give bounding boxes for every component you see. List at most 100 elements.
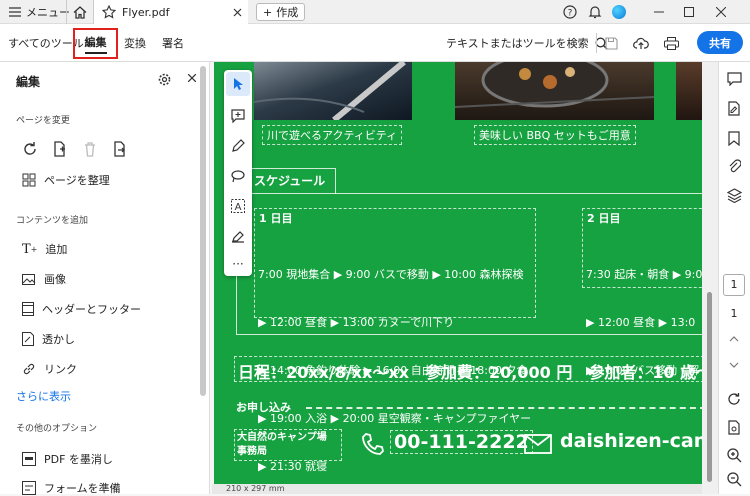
cloud-upload-icon — [633, 37, 649, 50]
more-tools-button[interactable]: ··· — [226, 252, 250, 276]
chevron-up-icon[interactable] — [729, 336, 739, 342]
close-icon — [716, 7, 726, 17]
draw-tool[interactable] — [226, 134, 250, 158]
extract-page-icon[interactable] — [112, 141, 128, 157]
show-more-link[interactable]: さらに表示 — [16, 388, 71, 404]
home-button[interactable] — [66, 0, 94, 24]
document-tab[interactable]: Flyer.pdf — [94, 0, 248, 24]
close-window-button[interactable] — [716, 0, 726, 24]
page-size-label: 210 x 297 mm — [226, 484, 285, 493]
document-scrollbar[interactable] — [702, 62, 718, 494]
text-box-tool[interactable]: A — [226, 194, 250, 218]
help-button[interactable]: ? — [563, 0, 577, 24]
organize-pages-item[interactable]: ページを整理 — [22, 172, 110, 188]
current-page: 1 — [730, 278, 738, 291]
bbq-photo — [455, 62, 654, 120]
share-label: 共有 — [709, 36, 731, 50]
plus-icon: + — [263, 5, 273, 19]
layers-icon[interactable] — [727, 188, 742, 203]
menu-button[interactable]: メニュー — [8, 0, 70, 24]
annotations-icon[interactable] — [727, 101, 741, 116]
floating-tools: A ··· — [224, 70, 252, 276]
zoom-out-icon[interactable] — [727, 472, 742, 487]
link-item[interactable]: リンク — [22, 361, 77, 377]
add-image-item[interactable]: 画像 — [22, 271, 66, 287]
tab-edit[interactable]: 編集 — [73, 28, 118, 59]
schedule-title: スケジュール — [254, 174, 326, 188]
rotate-icon[interactable] — [22, 141, 38, 157]
watermark-icon — [22, 332, 34, 346]
document-page[interactable]: 川で遊べるアクティビティ 美味しい BBQ セットもご用意 スケジュール 1 日… — [214, 62, 702, 484]
save-icon — [605, 36, 618, 50]
notifications-button[interactable] — [588, 0, 602, 24]
attachment-icon[interactable] — [728, 159, 741, 174]
phone-number: 00-111-2222 — [390, 430, 533, 454]
zoom-in-icon[interactable] — [727, 448, 742, 463]
header-footer-icon — [22, 302, 34, 316]
create-button[interactable]: + 作成 — [256, 3, 306, 21]
document-settings-icon[interactable] — [727, 420, 741, 435]
cursor-icon — [232, 77, 244, 91]
panel-close-button[interactable] — [188, 74, 196, 82]
lasso-icon — [231, 169, 245, 183]
day1-line: ▶ 12:00 昼食 ▶ 13:00 カヌーで川下り — [258, 316, 455, 329]
lasso-tool[interactable] — [226, 164, 250, 188]
page-tools-row — [22, 141, 128, 157]
header-footer-item[interactable]: ヘッダーとフッター — [22, 301, 141, 317]
info-line: 日程：20xx/8/xx〜xx 参加費：20,000 円 参加者：10 歳〜 — [238, 363, 702, 382]
avatar[interactable] — [612, 0, 626, 24]
minimize-icon — [654, 7, 664, 17]
section-other-options: その他のオプション — [16, 424, 98, 434]
insert-page-icon[interactable] — [52, 141, 68, 157]
fill-sign-tool[interactable] — [226, 224, 250, 248]
total-pages: 1 — [730, 307, 738, 320]
redact-item[interactable]: PDF を墨消し — [22, 451, 113, 467]
day1-line: ▶ 21:30 就寝 — [258, 460, 328, 473]
day2-schedule: 7:30 起床・朝食 ▶ 9:0 ▶ 12:00 昼食 ▶ 13:0 ▶ 16:… — [586, 235, 702, 411]
add-text-item[interactable]: T + 追加 — [22, 241, 67, 257]
upload-button[interactable] — [633, 24, 649, 62]
phone-icon — [361, 432, 385, 456]
bookmark-icon[interactable] — [728, 131, 740, 146]
caption-right: 美味しい BBQ セットもご用意 — [474, 125, 636, 145]
panel-settings-button[interactable] — [158, 73, 171, 86]
printer-icon — [664, 36, 679, 50]
link-icon — [22, 362, 36, 376]
minimize-button[interactable] — [654, 0, 664, 24]
text-box-icon: A — [231, 199, 245, 213]
panel-scrollbar[interactable] — [200, 66, 206, 396]
watermark-item[interactable]: 透かし — [22, 331, 75, 347]
refresh-icon[interactable] — [727, 392, 741, 406]
comment-add-icon — [231, 109, 245, 123]
svg-text:A: A — [235, 202, 242, 213]
tool-search[interactable]: テキストまたはツールを検索 — [446, 24, 608, 62]
star-icon[interactable] — [102, 5, 116, 19]
search-label: テキストまたはツールを検索 — [446, 37, 589, 50]
save-button[interactable] — [596, 33, 618, 53]
share-button[interactable]: 共有 — [697, 31, 743, 54]
delete-page-icon[interactable] — [82, 141, 98, 157]
close-tab-icon[interactable] — [233, 8, 242, 17]
select-tool[interactable] — [226, 72, 250, 96]
tab-sign[interactable]: 署名 — [162, 24, 184, 62]
add-text-label: 追加 — [45, 243, 68, 256]
day2-line: ▶ 12:00 昼食 ▶ 13:0 — [586, 316, 696, 329]
add-text-icon: T + — [22, 241, 38, 257]
email-text: daishizen-cam — [560, 430, 702, 452]
comments-panel-icon[interactable] — [727, 72, 742, 86]
day1-title: 1 日目 — [259, 212, 293, 225]
watermark-label: 透かし — [42, 333, 75, 346]
comment-tool[interactable] — [226, 104, 250, 128]
image-icon — [22, 273, 36, 286]
page-number-box[interactable]: 1 — [723, 274, 745, 296]
day2-line: 7:30 起床・朝食 ▶ 9:0 — [586, 268, 702, 281]
print-button[interactable] — [664, 24, 679, 62]
close-icon — [188, 74, 196, 82]
avatar-icon — [612, 5, 626, 19]
page-size-bar: 210 x 297 mm — [212, 484, 702, 494]
maximize-button[interactable] — [684, 0, 694, 24]
tab-convert[interactable]: 変換 — [124, 24, 146, 62]
chevron-down-icon[interactable] — [729, 362, 739, 368]
canoe-photo — [254, 62, 412, 120]
scroll-thumb[interactable] — [707, 292, 712, 482]
